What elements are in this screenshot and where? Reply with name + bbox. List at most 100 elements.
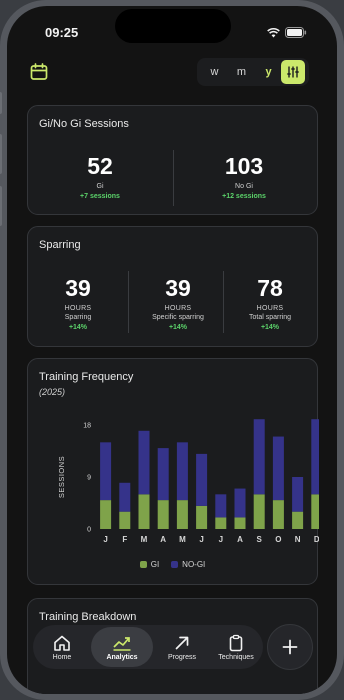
bar-gi [176,500,188,529]
battery-icon [285,27,307,38]
bar-no-gi [292,477,304,512]
legend-label: GI [150,560,160,569]
x-tick-label: D [314,535,319,544]
volume-down-button [0,186,2,226]
period-selector: w m y [197,58,309,86]
stat-label: Total sparring [248,314,292,321]
status-bar: 09:25 [7,6,337,43]
chart-legend: GI NO-GI [28,560,317,569]
divider [173,150,174,206]
nav-item-home[interactable]: Home [37,627,87,667]
stat-delta: +14% [68,324,88,331]
x-tick-label: M [141,535,148,544]
sparring-stat: 39 HOURS Sparring +14% [34,275,122,331]
y-tick-label: 18 [83,423,91,430]
stat-unit: HOURS [164,305,192,312]
stat-label: Gi [96,183,104,190]
total-sparring-stat: 78 HOURS Total sparring +14% [226,275,314,331]
training-frequency-card: Training Frequency (2025) SESSIONS 0 9 18 J F… [27,358,319,585]
x-tick-label: N [295,535,301,544]
x-tick-label: M [179,535,186,544]
home-icon [54,635,70,651]
analytics-icon [113,636,131,651]
x-tick-label: A [237,535,243,544]
calendar-icon[interactable] [29,62,49,82]
nav-label: Analytics [106,653,138,661]
action-button [0,92,2,114]
y-tick-label: 9 [87,475,91,482]
x-tick-label: O [275,535,281,544]
period-week-button[interactable]: w [201,66,228,78]
stat-label: Specific sparring [152,314,204,321]
bar-gi [196,505,208,529]
nav-item-techniques[interactable]: Techniques [211,627,261,667]
card-title: Gi/No Gi Sessions [39,118,129,130]
bottom-nav: Home Analytics Progress Techniques [33,625,263,669]
nav-label: Progress [167,653,196,661]
stat-value: 52 [87,153,113,179]
clipboard-icon [229,634,243,651]
x-tick-label: S [257,535,263,544]
divider [128,271,129,333]
stat-label: No Gi [235,183,253,190]
bar-gi [234,517,246,529]
legend-swatch [139,561,147,568]
y-axis-label: SESSIONS [57,456,66,498]
stat-value: 39 [165,275,191,301]
specific-sparring-stat: 39 HOURS Specific sparring +14% [132,275,224,331]
period-month-button[interactable]: m [228,66,255,78]
filter-button[interactable] [281,60,305,84]
nav-item-analytics[interactable]: Analytics [91,627,153,667]
stat-delta: +14% [260,324,280,331]
bar-no-gi [176,442,188,501]
arrow-up-right-icon [175,636,189,649]
stat-value: 39 [65,275,91,301]
stat-unit: HOURS [256,305,284,312]
x-tick-label: F [122,535,127,544]
status-icons [267,27,307,38]
stat-value: 103 [224,153,264,179]
phone-frame: 09:25 w m y Gi/No Gi Sessions 52 Gi +7 s… [0,0,344,700]
legend-item[interactable]: NO-GI [171,560,205,569]
nav-label: Techniques [218,653,254,661]
bar-gi [215,517,227,529]
bar-gi [119,511,131,529]
x-tick-label: J [103,535,107,544]
stat-delta: +14% [168,324,188,331]
card-title: Training Breakdown [39,611,137,623]
stat-label: Sparring [64,314,92,321]
period-year-button[interactable]: y [255,66,282,78]
volume-up-button [0,134,2,174]
nav-item-progress[interactable]: Progress [157,627,207,667]
stat-value: 78 [257,275,283,301]
divider [223,271,224,333]
nav-label: Home [52,653,72,661]
bar-no-gi [100,442,112,501]
bar-no-gi [311,419,319,495]
training-frequency-chart: SESSIONS 0 9 18 J F M A M J J A S O N D [57,419,319,544]
x-tick-label: A [160,535,166,544]
bar-gi [100,500,112,529]
add-session-button[interactable] [267,624,313,670]
bar-no-gi [196,453,208,506]
legend-swatch [171,561,179,568]
bar-no-gi [215,494,227,518]
gi-stat: 52 Gi +7 sessions [50,153,150,200]
card-title: Sparring [39,239,81,251]
bar-no-gi [234,488,246,518]
plus-icon [282,639,298,655]
sparring-card: Sparring 39 HOURS Sparring +14% 39 HOURS… [27,226,318,347]
no-gi-stat: 103 No Gi +12 sessions [194,153,294,200]
legend-item[interactable]: GI [139,560,160,569]
x-tick-label: J [219,535,223,544]
bar-gi [253,494,265,529]
stat-delta: +7 sessions [80,193,120,200]
bar-no-gi [253,419,265,495]
bar-gi [292,511,304,529]
bar-gi [272,500,284,529]
dynamic-island [115,9,231,43]
bar-gi [138,494,150,529]
x-tick-label: J [199,535,203,544]
bar-no-gi [157,448,169,501]
top-bar: w m y [7,58,337,92]
